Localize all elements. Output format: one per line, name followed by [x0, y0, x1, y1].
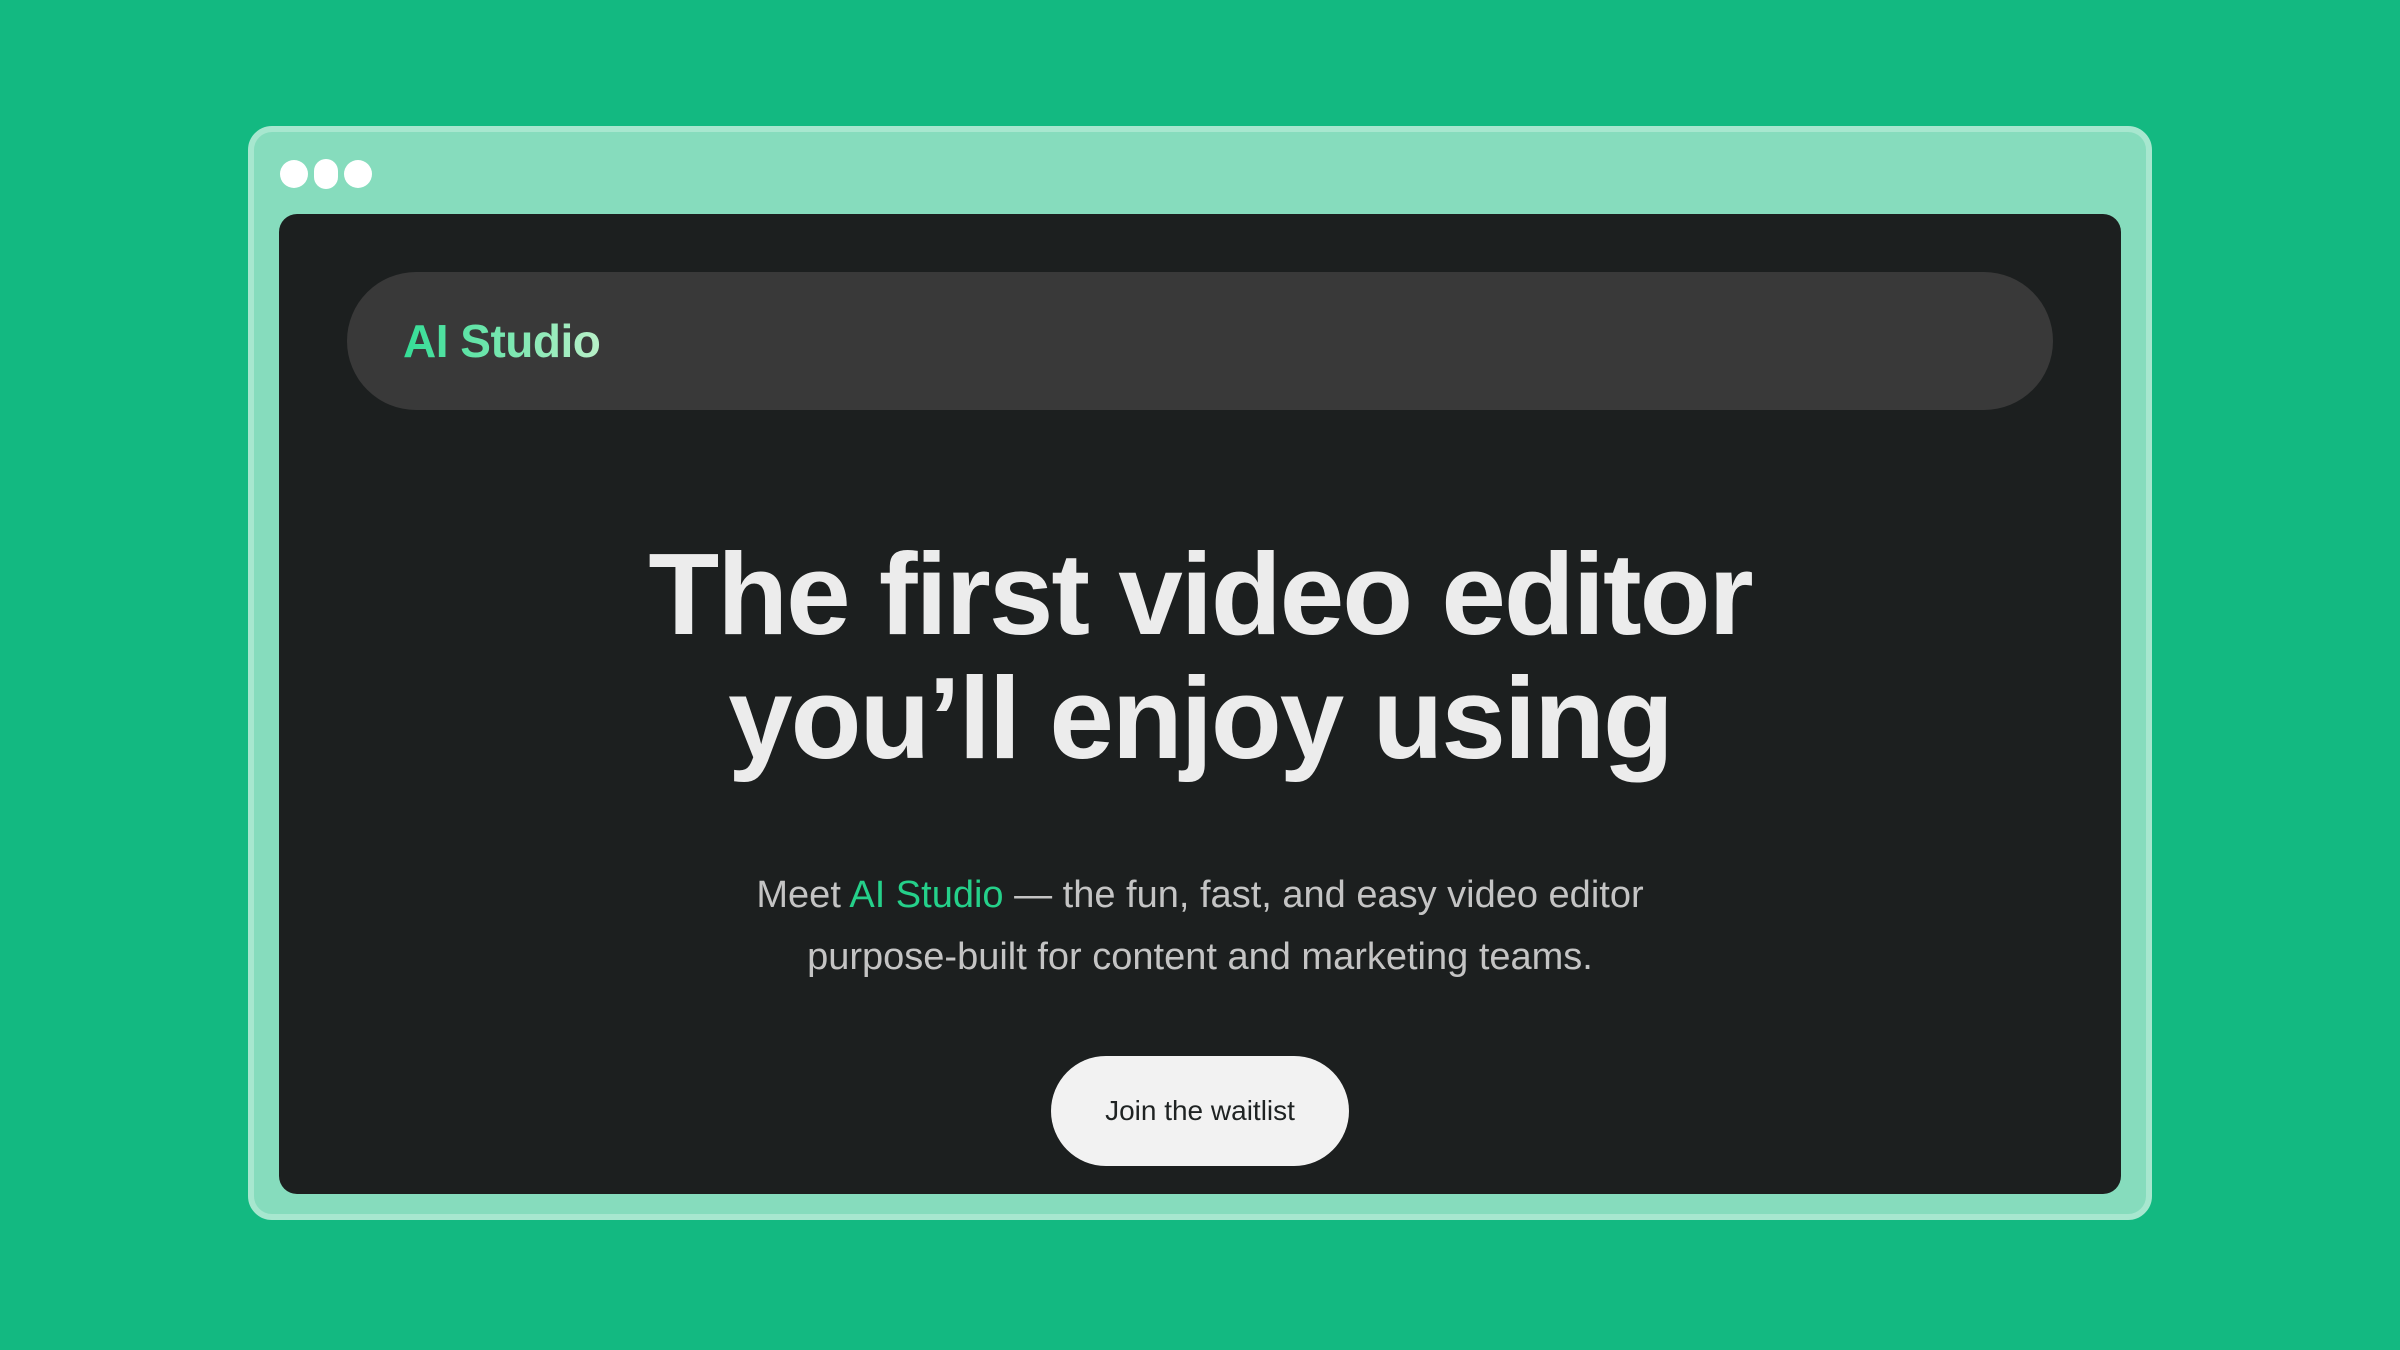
brand-logo[interactable]: AI Studio [403, 272, 601, 410]
hero-title: The first video editor you’ll enjoy usin… [279, 532, 2121, 780]
window-controls [280, 159, 372, 189]
navbar: AI Studio [347, 272, 2053, 410]
subtitle-suffix: — the fun, fast, and easy video editor [1003, 874, 1644, 916]
join-waitlist-button[interactable]: Join the waitlist [1051, 1056, 1349, 1166]
page-viewport: AI Studio The first video editor you’ll … [279, 214, 2121, 1194]
window-dot-1[interactable] [280, 160, 308, 188]
browser-window: AI Studio The first video editor you’ll … [248, 126, 2152, 1220]
hero-title-line-1: The first video editor [648, 529, 1753, 659]
hero-subtitle-line-1: Meet AI Studio — the fun, fast, and easy… [279, 864, 2121, 926]
subtitle-prefix: Meet [756, 874, 850, 916]
window-dot-2[interactable] [314, 159, 338, 189]
hero-subtitle: Meet AI Studio — the fun, fast, and easy… [279, 864, 2121, 988]
hero-title-line-2: you’ll enjoy using [728, 653, 1674, 783]
hero-subtitle-line-2: purpose-built for content and marketing … [807, 936, 1593, 978]
window-dot-3[interactable] [344, 160, 372, 188]
subtitle-brand-highlight: AI Studio [849, 874, 1004, 916]
